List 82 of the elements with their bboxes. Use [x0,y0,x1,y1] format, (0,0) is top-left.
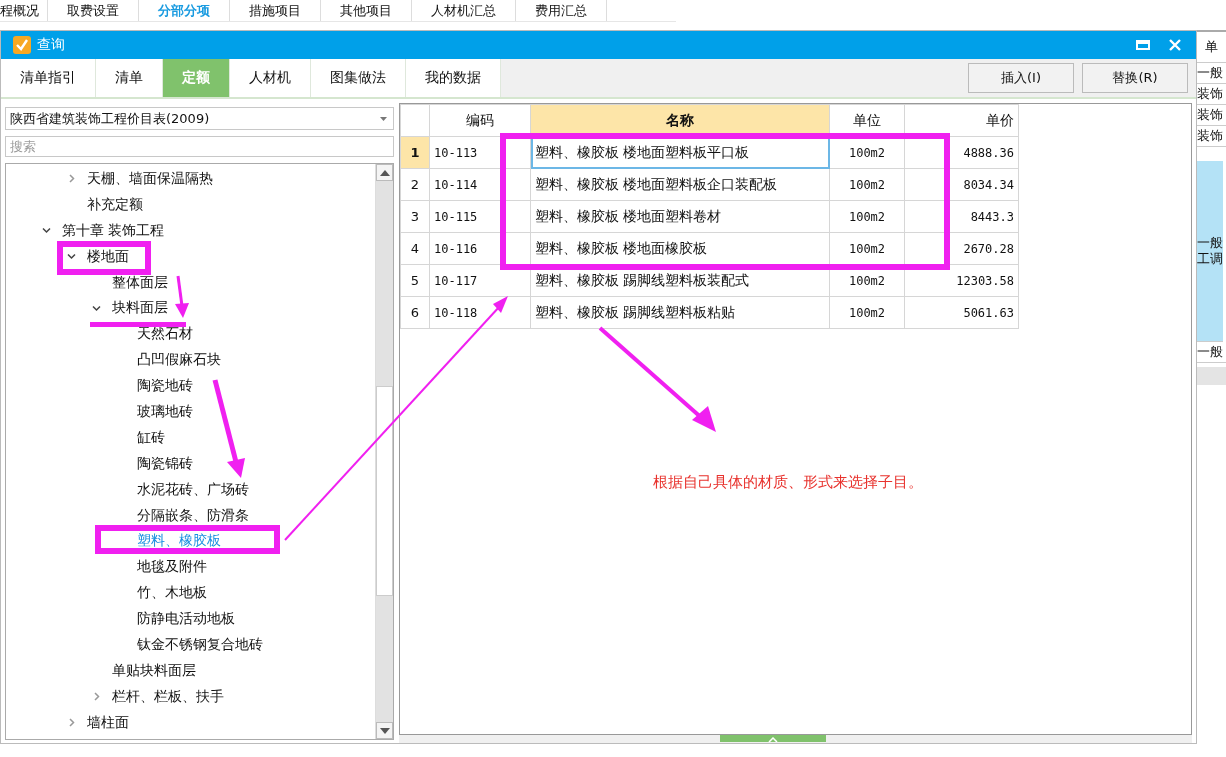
menu-tab[interactable]: 费用汇总 [516,0,607,21]
table-cell: 塑料、橡胶板 楼地面塑料板平口板 [530,136,830,169]
tree-item[interactable]: 凸凹假麻石块 [137,351,221,370]
dropdown-value: 陕西省建筑装饰工程价目表(2009) [10,109,210,128]
tree-item[interactable]: 竹、木地板 [137,584,207,603]
scroll-down-icon[interactable] [376,722,393,739]
row-number: 2 [400,168,430,201]
table-cell: 装饰 [1197,126,1226,147]
menu-tab[interactable]: 取费设置 [48,0,139,21]
table-cell: 10-114 [429,168,531,201]
table-cell: 10-115 [429,200,531,233]
tree-item[interactable]: 楼地面 [87,247,129,266]
table-cell: 5061.63 [904,296,1019,329]
action-button[interactable]: 插入(I) [968,63,1074,93]
header-cell [400,104,430,137]
caret-icon [380,116,387,121]
note-text: 根据自己具体的材质、形式来选择子目。 [653,473,924,492]
chevron-right-icon[interactable] [67,718,76,728]
table-cell: 10-113 [429,136,531,169]
tree-item[interactable]: 墙柱面 [87,713,129,732]
row-number: 5 [400,264,430,297]
tree-item[interactable]: 栏杆、栏板、扶手 [112,687,224,706]
table-cell: 100m2 [829,168,905,201]
table-cell: 塑料、橡胶板 楼地面塑料板企口装配板 [530,168,830,201]
tree-item[interactable]: 玻璃地砖 [137,402,193,421]
tree-item[interactable]: 补充定额 [87,195,143,214]
tree-item[interactable]: 地毯及附件 [137,558,207,577]
chevron-down-icon[interactable] [92,303,101,313]
row-number: 4 [400,232,430,265]
column-header[interactable]: 单价 [904,104,1019,137]
scrollbar[interactable] [375,164,393,739]
table-cell: 100m2 [829,136,905,169]
table-cell: 塑料、橡胶板 楼地面塑料卷材 [530,200,830,233]
tree-item[interactable]: 块料面层 [112,299,168,318]
library-dropdown[interactable]: 陕西省建筑装饰工程价目表(2009) [5,107,394,130]
row-number: 6 [400,296,430,329]
table-cell: 100m2 [829,200,905,233]
table-cell: 一般工调 [1197,161,1223,342]
table-cell: 装饰 [1197,105,1226,126]
menu-tab[interactable]: 程概况 [0,0,48,21]
table-cell: 10-116 [429,232,531,265]
menu-tab[interactable]: 人材机汇总 [412,0,516,21]
search-field[interactable]: 搜索 [5,136,394,157]
tree-item[interactable]: 陶瓷地砖 [137,377,193,396]
tree-item[interactable]: 塑料、橡胶板 [137,532,221,551]
scroll-up-icon[interactable] [376,164,393,181]
tree-item[interactable]: 天然石材 [137,325,193,344]
table-cell: 一般 [1197,342,1226,363]
window-title: 查询 [37,36,65,54]
scroll-thumb[interactable] [376,386,393,596]
tree-item[interactable]: 整体面层 [112,273,168,292]
action-button[interactable]: 替换(R) [1082,63,1188,93]
chevron-right-icon[interactable] [67,174,76,184]
tree-item[interactable]: 第十章 装饰工程 [62,221,165,240]
table-cell: 100m2 [829,296,905,329]
table-cell: 12303.58 [904,264,1019,297]
app-icon [13,36,31,54]
menu-tab[interactable]: 措施项目 [230,0,321,21]
chevron-down-icon[interactable] [67,252,76,262]
table-cell: 8443.3 [904,200,1019,233]
chevron-right-icon[interactable] [92,692,101,702]
tree-item[interactable]: 单贴块料面层 [112,661,196,680]
table-cell: 塑料、橡胶板 踢脚线塑料板粘贴 [530,296,830,329]
annotation-arrow [175,275,189,318]
splitter-handle[interactable] [720,735,826,742]
tree-item[interactable]: 天棚、墙面保温隔热 [87,169,213,188]
tree-item[interactable]: 缸砖 [137,428,165,447]
table-cell: 装饰 [1197,84,1226,105]
table-cell: 8034.34 [904,168,1019,201]
column-header: 单 [1197,32,1226,63]
tree-item[interactable]: 钛金不锈钢复合地砖 [137,635,263,654]
menu-tab[interactable]: 其他项目 [321,0,412,21]
column-header[interactable]: 编码 [429,104,531,137]
row-number: 3 [400,200,430,233]
table-cell: 一般 [1197,63,1226,84]
tree-item[interactable]: 分隔嵌条、防滑条 [137,506,249,525]
chevron-down-icon[interactable] [42,226,51,236]
tree-item[interactable]: 水泥花砖、广场砖 [137,480,249,499]
row-number: 1 [400,136,430,169]
table-cell: 4888.36 [904,136,1019,169]
tree-item[interactable]: 陶瓷锦砖 [137,454,193,473]
tree-item[interactable]: 防静电活动地板 [137,610,235,629]
